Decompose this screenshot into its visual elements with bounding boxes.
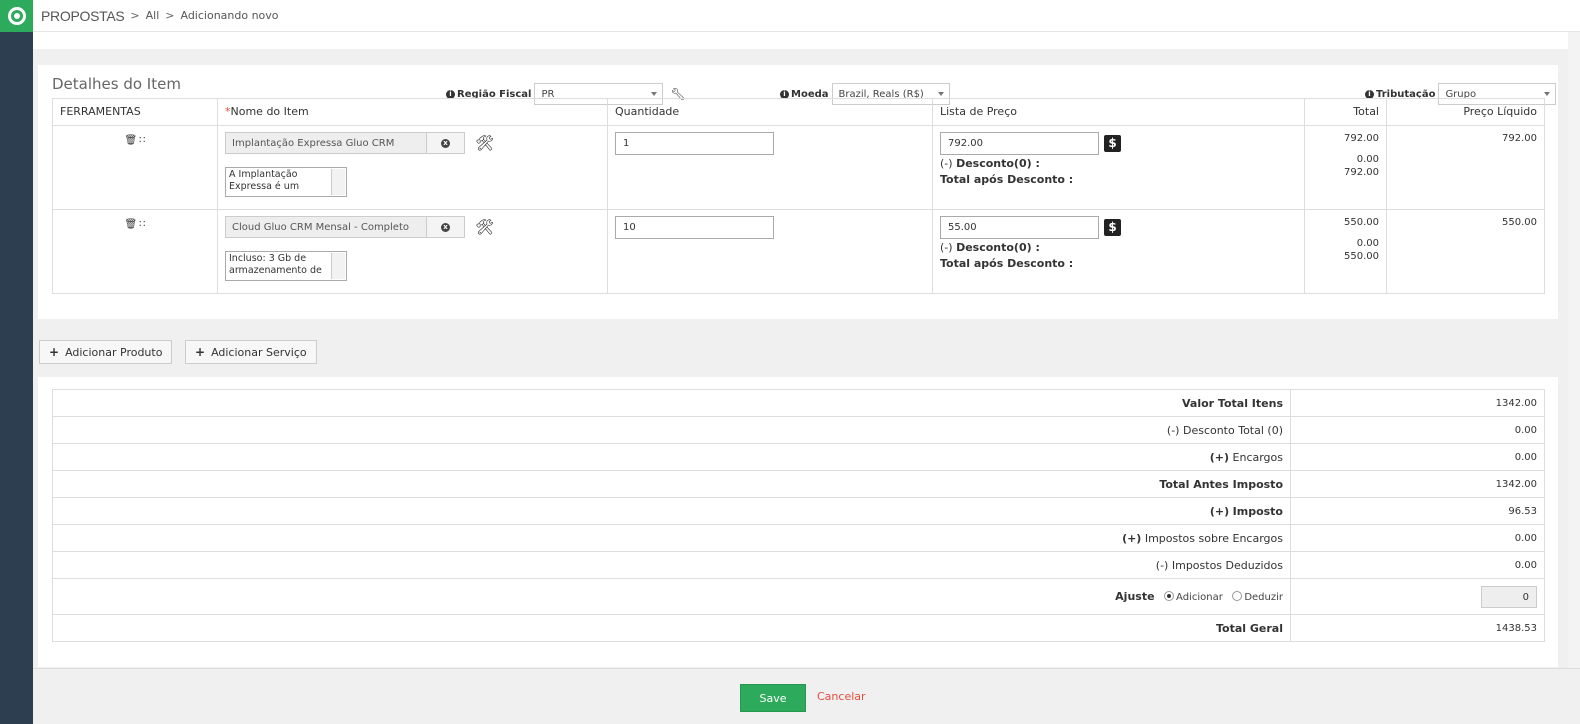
price-input[interactable]: 792.00 (940, 132, 1099, 155)
chevron-down-icon (651, 92, 658, 96)
adjustment-label: Ajuste (1115, 590, 1155, 603)
quantity-cell: 1 (607, 125, 933, 210)
drag-icon[interactable]: ∷ (139, 135, 145, 146)
drag-icon[interactable]: ∷ (139, 219, 145, 230)
chevron-right-icon: > (130, 9, 140, 22)
chevron-down-icon (937, 92, 944, 96)
summary-row: (-) Desconto Total (0) 0.00 (52, 416, 1545, 444)
col-price-list: Lista de Preço (932, 98, 1305, 126)
summary-row: (+) Imposto 96.53 (52, 497, 1545, 525)
scrollbar[interactable] (1568, 32, 1580, 668)
trash-icon[interactable]: 🗑︎ (124, 219, 137, 230)
cancel-link[interactable]: Cancelar (817, 690, 866, 703)
spinner-icon (331, 169, 345, 195)
quantity-input[interactable]: 10 (615, 216, 774, 239)
summary-row: (+) Encargos 0.00 (52, 443, 1545, 471)
discount-line[interactable]: (-) Desconto(0) : (940, 157, 1297, 171)
deducted-taxes-link[interactable]: (-) Impostos Deduzidos (52, 551, 1291, 579)
breadcrumb-current: Adicionando novo (180, 9, 279, 22)
dollar-icon[interactable]: $ (1104, 135, 1121, 152)
breadcrumb-all[interactable]: All (146, 9, 160, 22)
chevron-right-icon: > (165, 9, 175, 22)
left-sidebar (0, 0, 33, 724)
charges-tax-link[interactable]: (+) Impostos sobre Encargos (52, 524, 1291, 552)
dollar-icon[interactable]: $ (1104, 219, 1121, 236)
clear-icon: x (441, 138, 450, 148)
logo-icon[interactable] (0, 0, 33, 32)
summary-row: Valor Total Itens 1342.00 (52, 389, 1545, 417)
summary-table: Valor Total Itens 1342.00 (-) Desconto To… (52, 389, 1545, 642)
row-tools: 🗑︎ ∷ (52, 125, 218, 210)
table-row: 🗑︎ ∷ Cloud Gluo CRM Mensal - Completo x 🛠… (52, 209, 1545, 294)
col-tools: FERRAMENTAS (52, 98, 218, 126)
summary-row: Total Antes Imposto 1342.00 (52, 470, 1545, 498)
col-quantity: Quantidade (607, 98, 933, 126)
item-name-input[interactable]: Cloud Gluo CRM Mensal - Completo (225, 216, 427, 238)
tax-link[interactable]: (+) Imposto (52, 497, 1291, 525)
item-name-cell: Implantação Expressa Gluo CRM x 🛠︎ A Imp… (217, 125, 608, 210)
clear-button[interactable]: x (427, 216, 465, 238)
quantity-cell: 10 (607, 209, 933, 294)
summary-row: (+) Impostos sobre Encargos 0.00 (52, 524, 1545, 552)
save-button[interactable]: Save (740, 684, 806, 712)
breadcrumb-module[interactable]: PROPOSTAS (41, 8, 125, 24)
total-cell: 550.00 0.00 550.00 (1304, 209, 1387, 294)
tools-icon[interactable]: 🛠︎ (475, 134, 494, 152)
net-price-cell: 550.00 (1386, 209, 1545, 294)
discount-line[interactable]: (-) Desconto(0) : (940, 241, 1297, 255)
line-items-table: FERRAMENTAS *Nome do Item Quantidade Lis… (52, 98, 1545, 294)
chevron-down-icon (1544, 92, 1551, 96)
item-name-cell: Cloud Gluo CRM Mensal - Completo x 🛠︎ In… (217, 209, 608, 294)
quantity-input[interactable]: 1 (615, 132, 774, 155)
price-cell: 55.00 $ (-) Desconto(0) : Total após Des… (932, 209, 1305, 294)
tools-icon[interactable]: 🛠︎ (475, 218, 494, 236)
col-total: Total (1304, 98, 1387, 126)
clear-icon: x (441, 222, 450, 232)
footer: Save Cancelar (33, 668, 1580, 724)
price-cell: 792.00 $ (-) Desconto(0) : Total após De… (932, 125, 1305, 210)
adjustment-input[interactable]: 0 (1481, 585, 1537, 608)
charges-link[interactable]: (+) Encargos (52, 443, 1291, 471)
adjustment-deduct-radio[interactable] (1232, 591, 1243, 601)
add-service-button[interactable]: + Adicionar Serviço (185, 340, 317, 364)
after-discount-line: Total após Desconto : (940, 173, 1074, 186)
net-price-cell: 792.00 (1386, 125, 1545, 210)
total-cell: 792.00 0.00 792.00 (1304, 125, 1387, 210)
item-description[interactable]: Incluso: 3 Gb de armazenamento de (225, 251, 347, 281)
item-details-panel: Detalhes do Item i Região Fiscal PR 🔧︎ i… (38, 65, 1558, 319)
plus-icon: + (195, 345, 206, 359)
section-title: Detalhes do Item (52, 75, 181, 93)
spinner-icon (331, 253, 345, 279)
row-tools: 🗑︎ ∷ (52, 209, 218, 294)
total-discount-link[interactable]: (-) Desconto Total (0) (52, 416, 1291, 444)
summary-row: Total Geral 1438.53 (52, 614, 1545, 642)
header: PROPOSTAS > All > Adicionando novo (33, 0, 1580, 32)
col-net-price: Preço Líquido (1386, 98, 1545, 126)
add-product-button[interactable]: + Adicionar Produto (39, 340, 173, 364)
plus-icon: + (49, 345, 60, 359)
after-discount-line: Total após Desconto : (940, 257, 1074, 270)
summary-row: (-) Impostos Deduzidos 0.00 (52, 551, 1545, 579)
item-name-input[interactable]: Implantação Expressa Gluo CRM (225, 132, 427, 154)
adjustment-add-radio[interactable] (1164, 591, 1175, 601)
items-total-value: 1342.00 (1290, 389, 1545, 417)
col-name: *Nome do Item (217, 98, 608, 126)
price-input[interactable]: 55.00 (940, 216, 1099, 239)
top-strip (33, 32, 1568, 49)
grand-total-value: 1438.53 (1290, 614, 1545, 642)
item-description[interactable]: A Implantação Expressa é um (225, 167, 347, 197)
trash-icon[interactable]: 🗑︎ (124, 135, 137, 146)
clear-button[interactable]: x (427, 132, 465, 154)
summary-row: Ajuste Adicionar Deduzir 0 (52, 578, 1545, 615)
table-row: 🗑︎ ∷ Implantação Expressa Gluo CRM x 🛠︎ A… (52, 125, 1545, 210)
summary-panel: Valor Total Itens 1342.00 (-) Desconto To… (38, 377, 1558, 667)
